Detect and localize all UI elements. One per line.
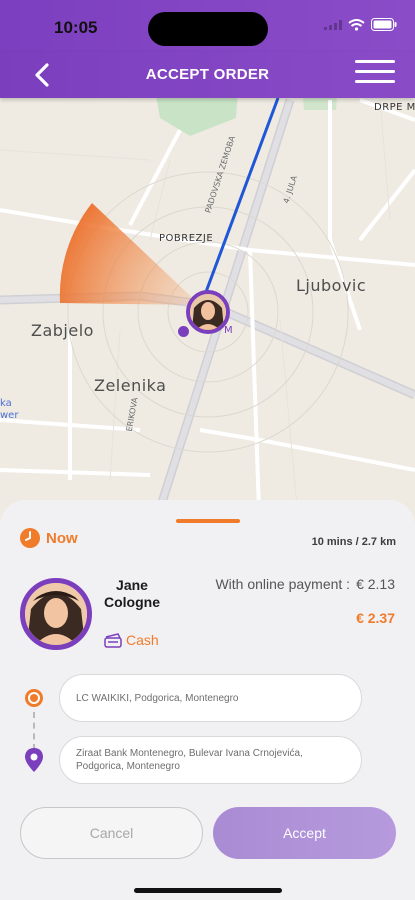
cancel-button[interactable]: Cancel xyxy=(20,807,203,859)
customer-first-name: Jane xyxy=(116,577,148,593)
drag-handle[interactable] xyxy=(176,519,240,523)
map-label-zelenika: Zelenika xyxy=(94,376,167,395)
clock-icon xyxy=(20,528,40,548)
map-label-ljubovic: Ljubovic xyxy=(296,276,367,295)
map-poi-label: wer xyxy=(0,410,19,421)
customer-photo xyxy=(25,583,87,645)
dropoff-address: Ziraat Bank Montenegro, Bulevar Ivana Cr… xyxy=(76,748,303,772)
online-payment-price: With online payment : € 2.13 xyxy=(215,576,395,592)
dropoff-address-field[interactable]: Ziraat Bank Montenegro, Bulevar Ivana Cr… xyxy=(59,736,362,784)
status-time: 10:05 xyxy=(54,18,98,37)
customer-avatar xyxy=(20,578,92,650)
wifi-icon xyxy=(348,18,365,31)
payment-method-label: Cash xyxy=(126,632,159,648)
marker-badge-icon xyxy=(178,326,189,337)
cash-icon xyxy=(104,633,122,648)
customer-name: Jane Cologne xyxy=(96,577,168,611)
app-header: ACCEPT ORDER xyxy=(0,52,415,98)
menu-button[interactable] xyxy=(355,60,395,90)
status-bar: 10:05 xyxy=(0,0,415,52)
dynamic-island xyxy=(148,12,268,46)
battery-icon xyxy=(371,18,397,31)
online-payment-value: € 2.13 xyxy=(356,576,395,592)
accept-button[interactable]: Accept xyxy=(213,807,396,859)
hamburger-icon xyxy=(355,60,395,83)
order-sheet: Now 10 mins / 2.7 km Jane Cologne Cash W… xyxy=(0,500,415,900)
online-payment-label: With online payment : xyxy=(215,576,351,592)
pickup-dot-icon xyxy=(25,689,43,707)
page-title: ACCEPT ORDER xyxy=(145,66,270,83)
heading-cone xyxy=(59,203,200,305)
map-label-pobrezje: POBREZJE xyxy=(159,233,214,244)
marker-label: M xyxy=(224,325,233,336)
map-poi-label: ka xyxy=(0,398,12,409)
driver-avatar-icon xyxy=(190,294,226,330)
route-connector xyxy=(33,712,35,750)
dropoff-pin-icon xyxy=(25,748,43,772)
status-icons xyxy=(324,18,397,31)
pickup-address-field[interactable]: LC WAIKIKI, Podgorica, Montenegro xyxy=(59,674,362,722)
schedule-label: Now xyxy=(46,529,78,547)
fare-total: € 2.37 xyxy=(356,610,395,626)
cellular-signal-icon xyxy=(324,19,342,30)
customer-last-name: Cologne xyxy=(104,594,160,610)
map-label-drpe: DRPE M xyxy=(374,102,415,113)
payment-method: Cash xyxy=(104,632,159,648)
schedule-indicator: Now xyxy=(20,528,78,548)
pickup-address: LC WAIKIKI, Podgorica, Montenegro xyxy=(76,692,239,704)
eta-distance: 10 mins / 2.7 km xyxy=(311,536,396,548)
home-indicator xyxy=(134,888,282,893)
map-label-zabjelo: Zabjelo xyxy=(31,321,94,340)
